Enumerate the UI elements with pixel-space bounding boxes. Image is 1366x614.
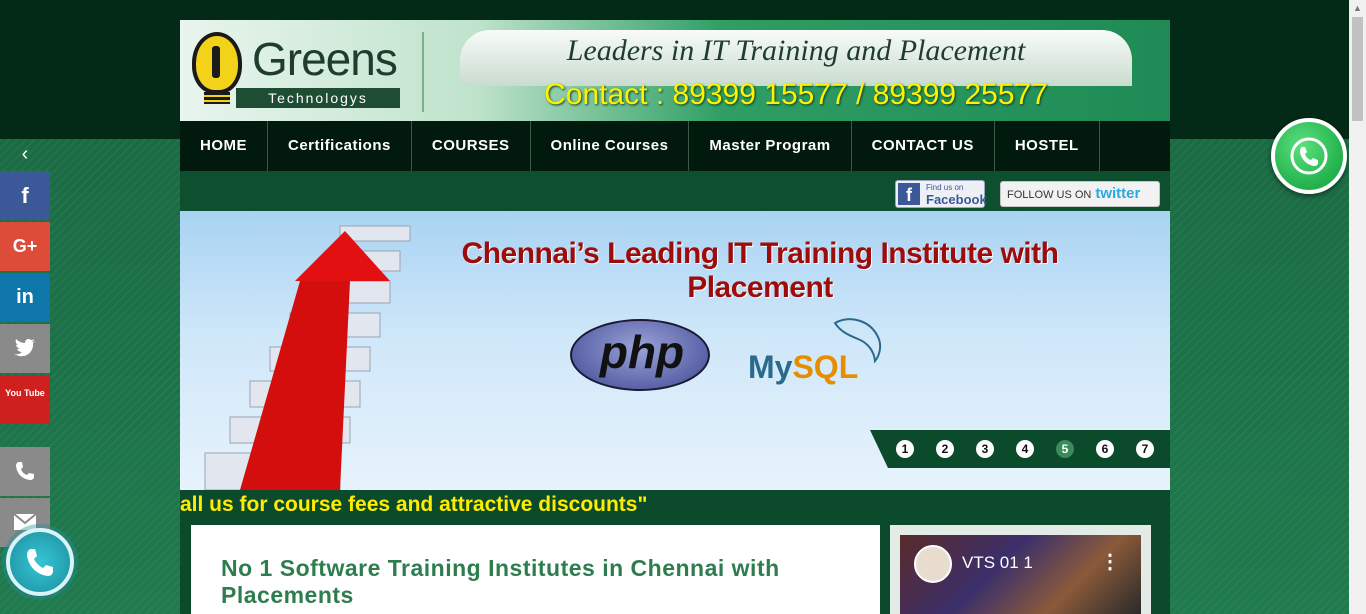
share-linkedin-button[interactable]: in [0,273,50,322]
chevron-left-icon[interactable]: ‹ [0,139,50,169]
logo-name: Greens [252,33,398,85]
nav-contact-us[interactable]: CONTACT US [852,121,995,171]
mysql-logo: MySQL [748,349,858,386]
nav-home[interactable]: HOME [180,121,268,171]
twitter-bird-icon [14,339,35,357]
slide-dot-7[interactable]: 7 [1136,440,1154,458]
facebook-follow-small: Find us on [926,183,964,192]
share-googleplus-button[interactable]: G+ [0,222,50,271]
scroll-up-arrow-icon[interactable]: ▲ [1349,0,1366,17]
main-nav: HOME Certifications COURSES Online Cours… [180,121,1170,171]
page-heading: No 1 Software Training Institutes in Che… [221,555,780,608]
slide-dot-5[interactable]: 5 [1056,440,1074,458]
nav-online-courses[interactable]: Online Courses [531,121,690,171]
phone-icon [27,549,53,576]
scroll-thumb[interactable] [1352,17,1363,121]
call-button[interactable] [0,447,50,496]
mysql-logo-sql: SQL [792,349,859,385]
video-menu-icon[interactable]: ⋮ [1100,549,1120,574]
share-twitter-button[interactable] [0,324,50,373]
video-panel: VTS 01 1 ⋮ [890,525,1151,614]
call-float-button[interactable] [6,528,74,596]
share-facebook-button[interactable]: f [0,171,50,220]
bulb-icon [192,32,242,94]
twitter-follow-button[interactable]: FOLLOW US ON twitter [1000,181,1160,207]
slider-pagination: 1 2 3 4 5 6 7 [870,430,1170,468]
banner-title: Chennai’s Leading IT Training Institute … [461,237,1059,304]
bulb-base-icon [204,92,230,104]
staircase-illustration [204,225,411,490]
whatsapp-float-button[interactable] [1271,118,1347,194]
whatsapp-icon [1290,137,1328,175]
announcement-marquee: all us for course fees and attractive di… [180,490,1170,520]
logo-subtitle: Technologys [236,88,400,108]
site-logo[interactable]: Greens Technologys [190,30,405,112]
php-logo: php [570,319,710,391]
social-follow-bar: f Find us on Facebook FOLLOW US ON twitte… [180,171,1170,211]
contact-numbers: Contact : 89399 15577 / 89399 25577 [544,78,1048,111]
nav-hostel[interactable]: HOSTEL [995,121,1100,171]
share-youtube-button[interactable]: You Tube [0,375,50,424]
twitter-follow-prefix: FOLLOW US ON [1007,189,1092,201]
twitter-brand: twitter [1095,185,1141,202]
slide-dot-4[interactable]: 4 [1016,440,1034,458]
facebook-icon: f [898,183,920,205]
facebook-follow-button[interactable]: f Find us on Facebook [895,180,987,208]
site-header: Greens Technologys Leaders in IT Trainin… [180,20,1170,121]
phone-icon [16,462,34,480]
php-logo-text: php [599,326,685,378]
page-container: Greens Technologys Leaders in IT Trainin… [180,20,1170,614]
channel-avatar[interactable] [914,545,952,583]
mysql-logo-my: My [748,349,793,385]
nav-certifications[interactable]: Certifications [268,121,412,171]
tagline: Leaders in IT Training and Placement [566,34,1026,67]
slide-dot-2[interactable]: 2 [936,440,954,458]
facebook-follow-big: Facebook [926,192,987,207]
video-player[interactable]: VTS 01 1 ⋮ [900,535,1141,614]
hero-banner: Chennai’s Leading IT Training Institute … [180,211,1170,490]
slide-dot-1[interactable]: 1 [896,440,914,458]
nav-courses[interactable]: COURSES [412,121,531,171]
nav-master-program[interactable]: Master Program [689,121,852,171]
page-scrollbar[interactable]: ▲ [1349,0,1366,614]
video-title[interactable]: VTS 01 1 [962,553,1033,573]
slide-dot-3[interactable]: 3 [976,440,994,458]
main-content: No 1 Software Training Institutes in Che… [191,525,880,614]
header-divider [422,32,424,112]
slide-dot-6[interactable]: 6 [1096,440,1114,458]
